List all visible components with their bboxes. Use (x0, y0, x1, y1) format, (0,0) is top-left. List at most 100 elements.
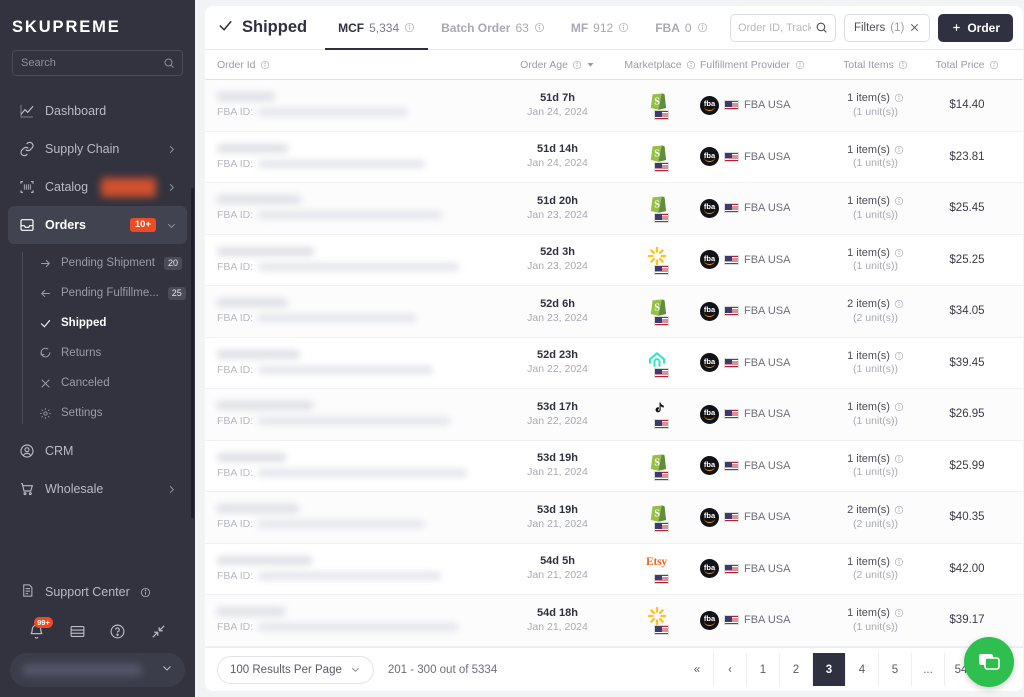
cell-order-id[interactable]: FBA ID: (217, 298, 495, 324)
info-icon[interactable] (894, 248, 904, 258)
info-icon[interactable] (697, 22, 708, 33)
svg-text:S: S (654, 457, 660, 468)
cell-order-id[interactable]: FBA ID: (217, 92, 495, 118)
us-flag-icon (654, 213, 669, 224)
cell-order-id[interactable]: FBA ID: (217, 452, 495, 479)
sidebar-item-wholesale[interactable]: Wholesale (8, 470, 187, 508)
collapse-icon[interactable] (150, 623, 167, 640)
order-search-box[interactable] (729, 13, 836, 42)
info-icon[interactable] (894, 351, 904, 361)
info-icon[interactable] (894, 93, 904, 103)
clear-filters-icon[interactable] (909, 22, 920, 33)
column-header-total-price[interactable]: Total Price (923, 59, 1011, 71)
sidebar-item-crm[interactable]: CRM (8, 432, 187, 470)
sidebar-item-settings[interactable]: Settings (22, 398, 195, 428)
sidebar-item-pending-shipment[interactable]: Pending Shipment 20 (22, 248, 195, 278)
table-row[interactable]: FBA ID: 52d 23h Jan 22, 2024 fba FBA USA 1 it… (205, 338, 1023, 389)
table-row[interactable]: FBA ID: 54d 18h Jan 21, 2024 fba FBA USA 1 it… (205, 595, 1023, 647)
table-row[interactable]: FBA ID: 52d 3h Jan 23, 2024 fba FBA USA 1 ite… (205, 235, 1023, 286)
sidebar-item-pending-fulfillment[interactable]: Pending Fulfillme... 25 (22, 278, 195, 308)
search-icon[interactable] (815, 21, 828, 34)
info-icon[interactable] (795, 60, 805, 70)
order-search-input[interactable] (737, 21, 811, 34)
pagination-first[interactable]: « (681, 653, 714, 686)
table-row[interactable]: FBA ID: 51d 7h Jan 24, 2024 Sfba FBA USA 1 it… (205, 80, 1023, 132)
info-icon[interactable] (894, 608, 904, 618)
sidebar-item-support-center[interactable]: Support Center (10, 575, 185, 609)
pagination-ellipsis[interactable]: ... (912, 653, 945, 686)
pagination-page-2[interactable]: 2 (780, 653, 813, 686)
tab-mf[interactable]: MF 912 (558, 6, 642, 50)
order-age-value: 52d 23h (537, 349, 578, 362)
sidebar-item-label: Catalog (45, 180, 89, 194)
user-account-chip[interactable] (10, 653, 185, 687)
info-icon[interactable] (572, 60, 582, 70)
info-icon[interactable] (260, 60, 270, 70)
info-icon[interactable] (894, 505, 904, 515)
column-header-marketplace[interactable]: Marketplace (620, 59, 700, 71)
pagination-page-5[interactable]: 5 (879, 653, 912, 686)
results-per-page-select[interactable]: 100 Results Per Page (217, 655, 374, 684)
table-row[interactable]: FBA ID: 53d 17h Jan 22, 2024 fba FBA USA 1 it… (205, 389, 1023, 441)
sidebar-item-catalog[interactable]: Catalog (8, 168, 187, 206)
bell-icon[interactable]: 99+ (28, 616, 53, 640)
tab-batch-order[interactable]: Batch Order 63 (428, 6, 558, 50)
chevron-down-icon[interactable] (161, 661, 173, 679)
table-row[interactable]: FBA ID: 51d 14h Jan 24, 2024 Sfba FBA USA 1 i… (205, 132, 1023, 183)
pagination-page-4[interactable]: 4 (846, 653, 879, 686)
info-icon[interactable] (618, 22, 629, 33)
us-flag-icon (724, 409, 739, 420)
sidebar-item-dashboard[interactable]: Dashboard (8, 92, 187, 130)
tab-fba[interactable]: FBA 0 (642, 6, 720, 50)
tab-mcf[interactable]: MCF 5,334 (325, 6, 429, 50)
column-header-fulfillment-provider[interactable]: Fulfillment Provider (700, 59, 828, 71)
pagination-prev[interactable]: ‹ (714, 653, 747, 686)
sidebar-item-orders[interactable]: Orders 10+ (8, 206, 187, 244)
table-row[interactable]: FBA ID: 54d 5h Jan 21, 2024 Etsy fba FBA USA 1… (205, 544, 1023, 595)
sidebar-item-canceled[interactable]: Canceled (22, 368, 195, 398)
table-row[interactable]: FBA ID: 52d 6h Jan 23, 2024 Sfba FBA USA 2 it… (205, 286, 1023, 338)
column-header-order-id[interactable]: Order Id (217, 59, 495, 71)
column-header-total-items[interactable]: Total Items (828, 59, 923, 71)
cell-order-id[interactable]: FBA ID: (217, 607, 495, 633)
column-header-order-age[interactable]: Order Age (495, 59, 620, 71)
cell-order-id[interactable]: FBA ID: (217, 349, 495, 376)
cell-order-id[interactable]: FBA ID: (217, 504, 495, 530)
pagination-page-1[interactable]: 1 (747, 653, 780, 686)
chat-support-button[interactable] (964, 637, 1014, 687)
info-icon[interactable] (140, 587, 151, 598)
order-date-value: Jan 21, 2024 (527, 569, 588, 582)
info-icon[interactable] (898, 60, 908, 70)
info-icon[interactable] (686, 60, 696, 70)
info-icon[interactable] (894, 402, 904, 412)
sidebar-item-returns[interactable]: Returns (22, 338, 195, 368)
sidebar-item-shipped[interactable]: Shipped (22, 308, 195, 338)
info-icon[interactable] (894, 299, 904, 309)
table-row[interactable]: FBA ID: 53d 19h Jan 21, 2024 Sfba FBA USA 1 i… (205, 441, 1023, 492)
info-icon[interactable] (894, 454, 904, 464)
info-icon[interactable] (894, 196, 904, 206)
info-icon[interactable] (534, 22, 545, 33)
search-input[interactable] (21, 57, 163, 69)
pagination-page-3[interactable]: 3 (813, 653, 846, 686)
chevron-down-icon[interactable] (166, 220, 177, 231)
add-order-button[interactable]: Order (938, 13, 1013, 42)
table-icon[interactable] (69, 623, 86, 640)
cell-order-id[interactable]: FBA ID: (217, 195, 495, 221)
info-icon[interactable] (989, 60, 999, 70)
info-icon[interactable] (404, 22, 415, 33)
sidebar-item-supply-chain[interactable]: Supply Chain (8, 130, 187, 168)
sidebar-search-box[interactable] (12, 50, 183, 76)
cell-order-id[interactable]: FBA ID: (217, 246, 495, 273)
table-row[interactable]: FBA ID: 53d 19h Jan 21, 2024 Sfba FBA USA 2 i… (205, 492, 1023, 544)
cell-order-id[interactable]: FBA ID: (217, 555, 495, 582)
help-circle-icon[interactable] (109, 623, 126, 640)
info-icon[interactable] (894, 557, 904, 567)
cell-order-id[interactable]: FBA ID: (217, 401, 495, 427)
filters-button[interactable]: Filters (1) (843, 13, 931, 42)
sort-descending-icon[interactable] (586, 60, 595, 69)
table-row[interactable]: FBA ID: 51d 20h Jan 23, 2024 Sfba FBA USA 1 i… (205, 183, 1023, 235)
fulfillment-provider-name: FBA USA (744, 459, 791, 472)
cell-order-id[interactable]: FBA ID: (217, 143, 495, 170)
info-icon[interactable] (894, 145, 904, 155)
